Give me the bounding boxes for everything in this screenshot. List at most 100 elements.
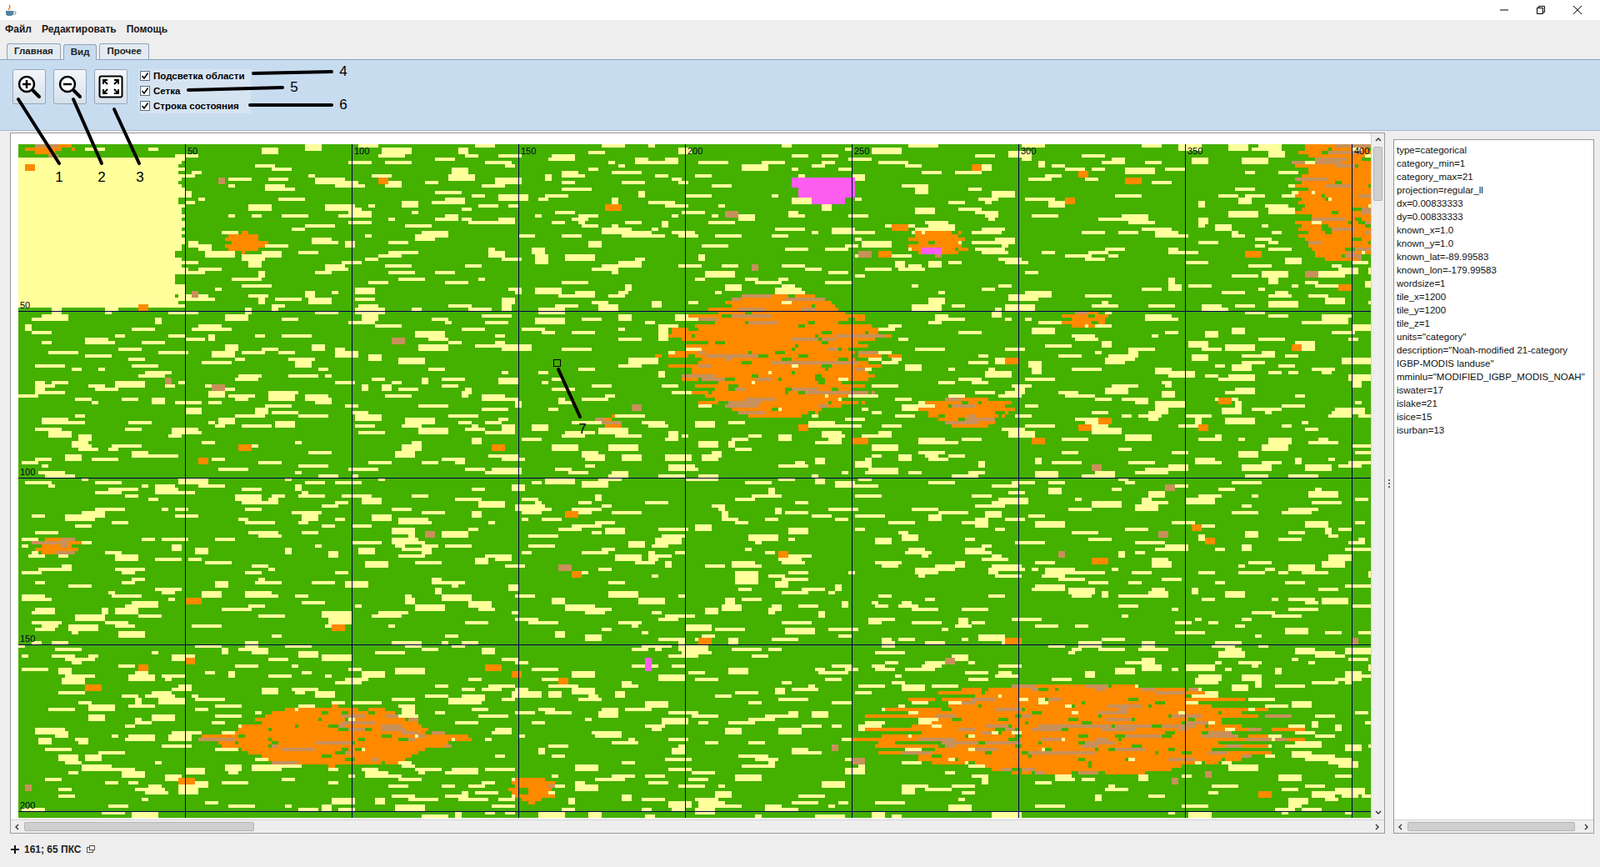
grid-column: 350: [1185, 144, 1204, 818]
app-window: ФайлРедактироватьПомощьГлавнаяВидПрочееП…: [0, 0, 1600, 867]
zoom-out-icon: [57, 74, 83, 100]
option-checkbox[interactable]: Сетка: [140, 84, 245, 97]
scroll-thumb[interactable]: [1407, 821, 1575, 831]
scroll-arrow[interactable]: [1580, 820, 1594, 834]
info-line: known_lat=-89.99583: [1396, 250, 1591, 264]
scroll-arrow[interactable]: [1371, 805, 1385, 820]
info-line: dx=0.00833333: [1396, 196, 1591, 210]
scroll-gap: [254, 821, 1371, 831]
scroll-arrow[interactable]: [1371, 133, 1385, 147]
svg-text:100: 100: [354, 145, 370, 156]
info-line: wordsize=1: [1396, 276, 1591, 290]
scroll-thumb[interactable]: [1373, 146, 1383, 201]
grid-column: 250: [852, 144, 870, 818]
svg-text:200: 200: [687, 145, 703, 156]
check-icon: [140, 86, 150, 95]
annotation-number: 5: [290, 80, 298, 95]
info-line: islake=21: [1396, 396, 1591, 410]
menu-bar: Файл Редактировать Помощь: [0, 20, 1600, 39]
window-controls: [1485, 0, 1596, 20]
svg-text:400: 400: [1354, 145, 1370, 156]
grid-column: 150: [519, 144, 537, 818]
map-viewport[interactable]: 50 100 150 200 250 300 350 400 50 100 150 200: [10, 133, 1371, 820]
check-icon: [140, 71, 150, 80]
menu-item[interactable]: Помощь: [126, 23, 168, 35]
info-line: category_min=1: [1396, 156, 1591, 170]
menu-item[interactable]: Файл: [5, 23, 32, 35]
zoom-out-button[interactable]: [53, 69, 87, 105]
check-icon: [140, 101, 150, 110]
checkbox[interactable]: [140, 100, 150, 111]
map-body: 50 100 150 200 250 300 350 400 50 100 150 200: [10, 133, 1385, 820]
fit-button[interactable]: [94, 69, 128, 105]
horizontal-scrollbar[interactable]: [10, 819, 1385, 833]
window-icon: [85, 843, 96, 855]
scroll-arrow[interactable]: [10, 820, 25, 834]
scroll-track[interactable]: [1407, 820, 1580, 833]
annotation-layer: 1 2 3 4 5 6 7: [0, 0, 1600, 867]
restore-button[interactable]: [1522, 0, 1560, 20]
splitter-dot: [1388, 482, 1390, 485]
info-line: known_y=1.0: [1396, 236, 1591, 250]
scroll-arrow[interactable]: [1394, 820, 1408, 834]
arrow-right-icon: [1373, 822, 1382, 831]
option-checkbox[interactable]: Подсветка области: [140, 69, 245, 82]
arrow-right-icon: [1582, 822, 1591, 831]
horizontal-scrollbar[interactable]: [1394, 819, 1594, 833]
annotation-number: 1: [55, 170, 63, 185]
java-app-icon: [3, 3, 17, 17]
scroll-arrow[interactable]: [1370, 820, 1385, 834]
info-line: category_max=21: [1396, 170, 1591, 184]
svg-text:150: 150: [20, 633, 35, 644]
tab[interactable]: Главная: [6, 43, 61, 60]
tab-row: ГлавнаяВидПрочее: [0, 38, 1600, 60]
menu-item[interactable]: Редактировать: [41, 23, 117, 35]
svg-text:350: 350: [1187, 145, 1203, 156]
annotation-line: [250, 103, 332, 107]
svg-text:200: 200: [20, 800, 35, 810]
splitter[interactable]: [1385, 132, 1394, 834]
land-use-map[interactable]: 50 100 150 200 250 300 350 400 50 100 150 200: [18, 144, 1371, 818]
info-line: IGBP-MODIS landuse": [1396, 356, 1591, 370]
svg-text:50: 50: [20, 300, 30, 310]
svg-text:50: 50: [187, 145, 198, 156]
close-button[interactable]: [1559, 0, 1596, 20]
status-bar: 161; 65 ПКС: [0, 835, 1600, 867]
map-pane: 50 100 150 200 250 300 350 400 50 100 150 200: [10, 132, 1385, 834]
scroll-track[interactable]: [1371, 146, 1385, 806]
info-line: tile_y=1200: [1396, 303, 1591, 317]
checkbox[interactable]: [140, 70, 150, 81]
scroll-thumb[interactable]: [24, 821, 255, 831]
tab[interactable]: Прочее: [99, 43, 150, 60]
info-line: known_lon=-179.99583: [1396, 263, 1591, 277]
checkbox[interactable]: [140, 85, 150, 96]
annotation-line: [73, 99, 102, 164]
grid-row: 50: [18, 300, 1371, 312]
vertical-scrollbar[interactable]: [1370, 133, 1385, 820]
grid-column: 100: [352, 144, 370, 818]
info-line: type=categorical: [1396, 143, 1591, 157]
splitter-dot: [1388, 479, 1390, 481]
zoom-in-button[interactable]: [12, 69, 46, 105]
annotation-number: 7: [578, 421, 586, 437]
annotation-number: 3: [135, 170, 144, 185]
grid-column: 300: [1019, 144, 1037, 818]
option-checkbox[interactable]: Строка состояния: [140, 99, 245, 112]
annotation-line: [18, 99, 60, 164]
svg-text:100: 100: [20, 466, 35, 477]
annotation-number: 6: [339, 97, 347, 113]
grid-row: 200: [18, 800, 1371, 812]
splitter-dot: [1388, 485, 1390, 488]
land-cells: [18, 144, 1371, 818]
restore-icon: [1536, 5, 1545, 15]
info-text[interactable]: type=categoricalcategory_min=1category_m…: [1394, 140, 1594, 820]
annotation-number: 2: [97, 170, 105, 185]
annotation-number: 4: [339, 64, 347, 80]
minimize-button[interactable]: [1485, 0, 1523, 20]
grid-row: 150: [18, 633, 1371, 645]
tab[interactable]: Вид: [63, 44, 98, 60]
scroll-track[interactable]: [24, 820, 1371, 833]
option-label: Строка состояния: [153, 100, 240, 111]
arrow-down-icon: [1374, 808, 1383, 817]
zoom-in-icon: [16, 74, 42, 100]
